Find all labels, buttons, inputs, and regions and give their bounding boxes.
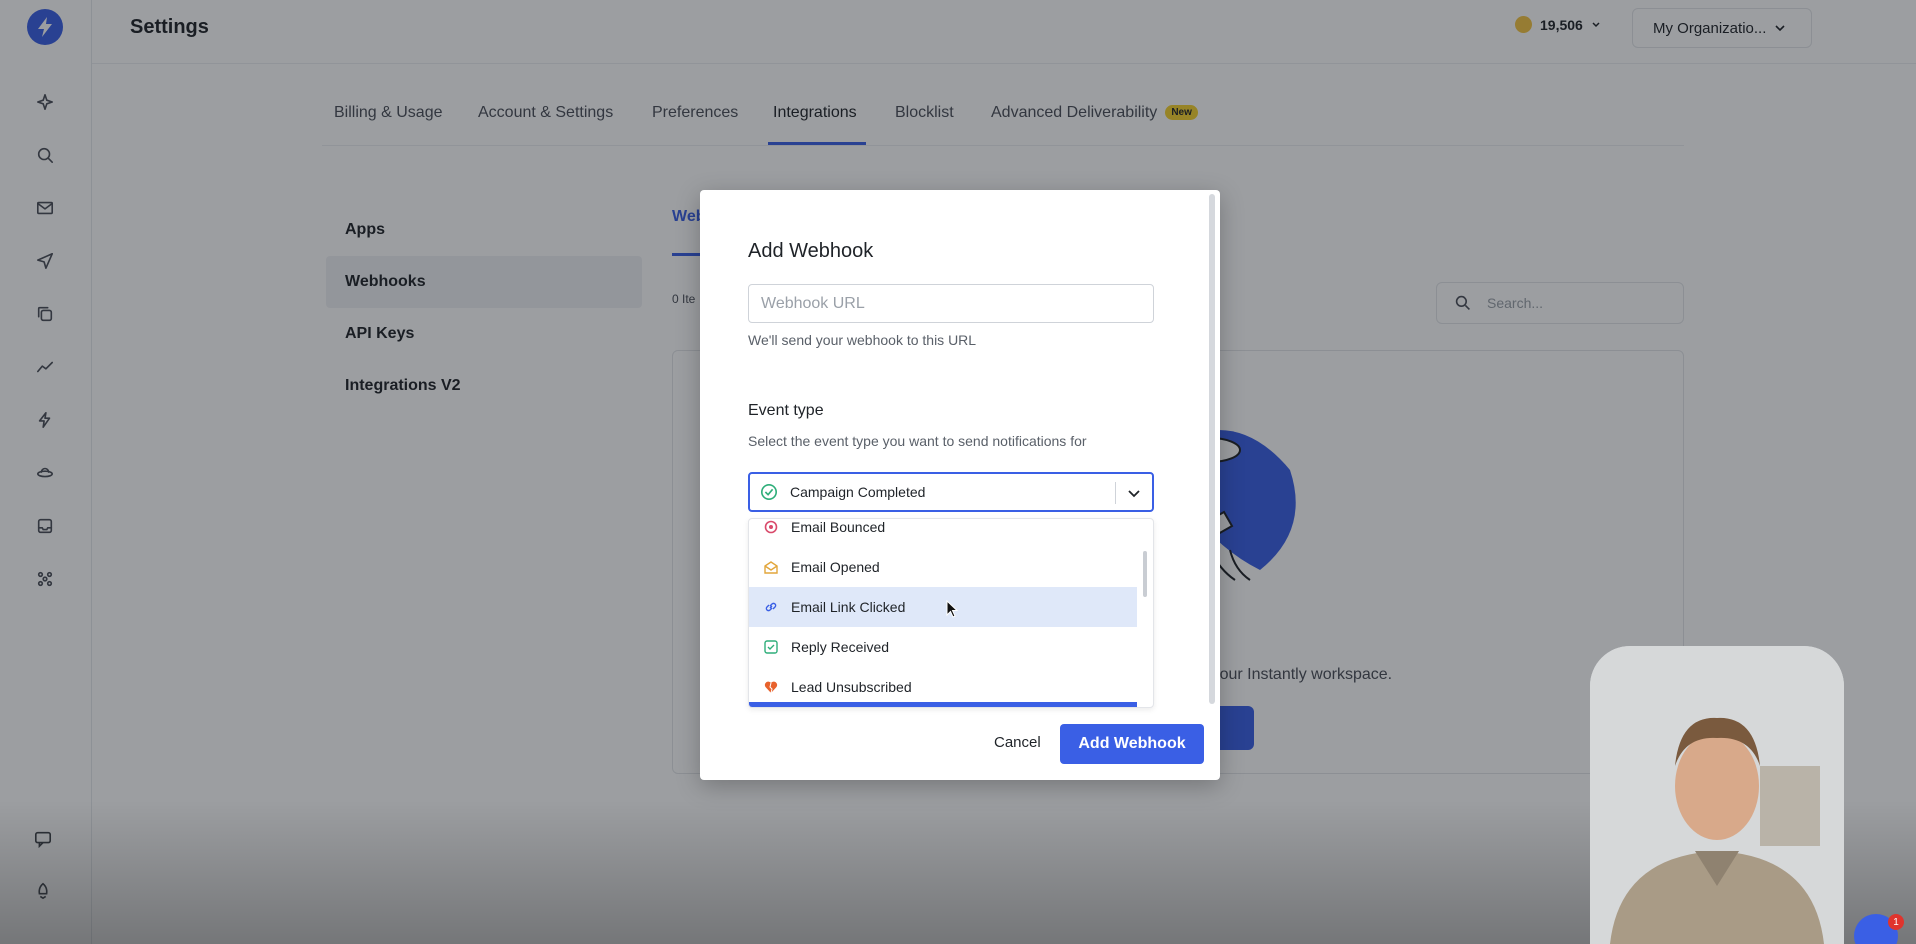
webhook-url-input[interactable]	[748, 284, 1154, 323]
modal-scrollbar[interactable]	[1209, 194, 1215, 704]
webcam-overlay	[1590, 646, 1844, 944]
webhook-url-help: We'll send your webhook to this URL	[748, 332, 977, 348]
chat-notification-badge: 1	[1888, 914, 1904, 930]
option-label: Email Bounced	[791, 519, 886, 535]
event-type-select[interactable]: Campaign Completed	[748, 472, 1154, 512]
link-icon	[763, 599, 779, 615]
cancel-button[interactable]: Cancel	[994, 734, 1041, 751]
mouse-cursor-icon	[946, 600, 958, 618]
next-option-highlight	[749, 702, 1137, 707]
modal-title: Add Webhook	[748, 240, 874, 262]
event-type-label: Event type	[748, 402, 824, 419]
presenter-video-icon	[1590, 646, 1844, 944]
option-email-opened[interactable]: Email Opened	[749, 547, 1137, 587]
option-label: Email Opened	[791, 559, 880, 575]
add-webhook-modal: Add Webhook We'll send your webhook to t…	[700, 190, 1220, 780]
option-label: Email Link Clicked	[791, 599, 906, 615]
dropdown-scrollbar[interactable]	[1143, 551, 1147, 597]
option-email-bounced[interactable]: Email Bounced	[749, 519, 1137, 547]
feedback-icon[interactable]	[34, 830, 56, 852]
select-divider	[1115, 482, 1116, 504]
option-lead-unsubscribed[interactable]: Lead Unsubscribed	[749, 667, 1137, 707]
bounce-icon	[763, 519, 779, 535]
chevron-down-icon[interactable]	[1126, 485, 1142, 501]
option-email-link-clicked[interactable]: Email Link Clicked	[749, 587, 1137, 627]
option-label: Reply Received	[791, 639, 890, 655]
check-square-icon	[763, 639, 779, 655]
selected-event-type: Campaign Completed	[790, 484, 926, 500]
check-circle-icon	[760, 483, 778, 501]
add-webhook-button[interactable]: Add Webhook	[1060, 724, 1204, 764]
rocket-icon[interactable]	[34, 882, 56, 904]
envelope-open-icon	[763, 559, 779, 575]
option-label: Lead Unsubscribed	[791, 679, 912, 695]
broken-heart-icon	[763, 679, 779, 695]
event-type-help: Select the event type you want to send n…	[748, 433, 1087, 449]
option-reply-received[interactable]: Reply Received	[749, 627, 1137, 667]
